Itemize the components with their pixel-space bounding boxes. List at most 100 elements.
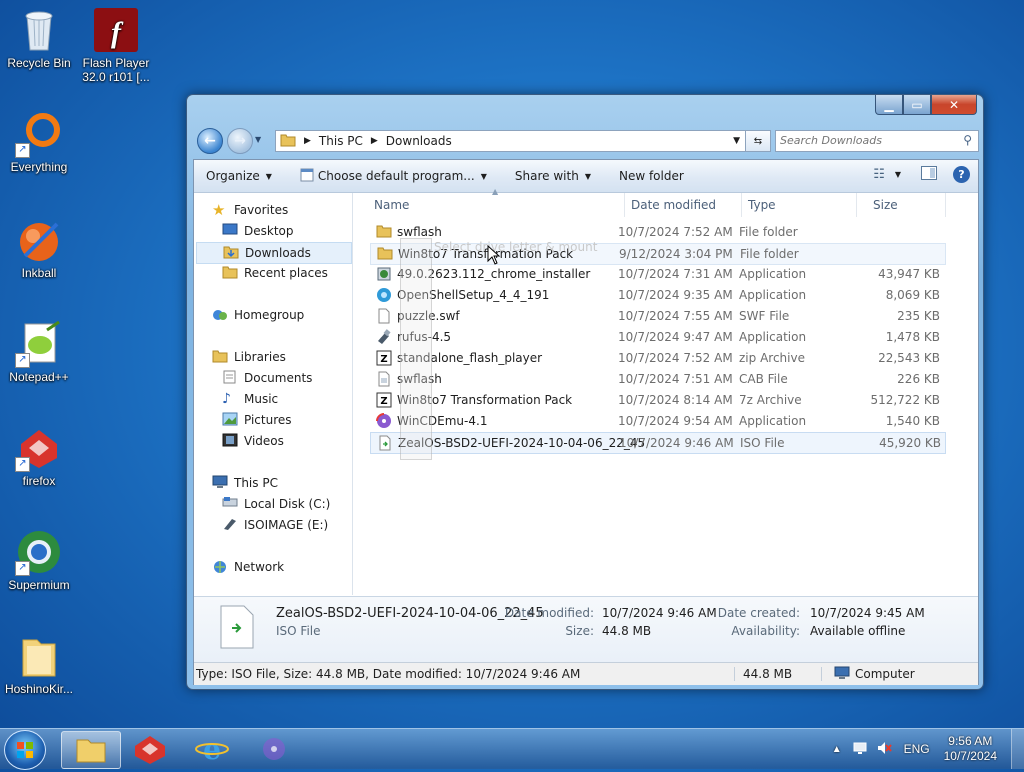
maximize-button[interactable]: ▭ xyxy=(903,95,931,115)
nav-downloads[interactable]: Downloads xyxy=(196,242,352,264)
taskbar-firefox[interactable] xyxy=(121,731,179,767)
drag-tooltip: Select drive letter & mount xyxy=(434,240,597,254)
show-desktop-button[interactable] xyxy=(1011,729,1024,769)
file-row[interactable]: ZealOS-BSD2-UEFI-2024-10-04-06_22_45 10/… xyxy=(370,432,946,454)
nav-desktop[interactable]: Desktop xyxy=(222,221,294,241)
taskbar-explorer[interactable] xyxy=(61,731,121,769)
back-button[interactable]: ← xyxy=(197,128,223,154)
address-bar[interactable]: ▶ This PC ▶ Downloads ▼ xyxy=(275,130,747,152)
details-date-modified-label: Date modified: xyxy=(504,606,594,620)
organize-button[interactable]: Organize ▼ xyxy=(194,160,286,192)
nav-label: Downloads xyxy=(245,246,311,260)
close-button[interactable]: ✕ xyxy=(931,95,977,115)
nav-this-pc[interactable]: This PC xyxy=(212,473,278,493)
desktop-icon-inkball[interactable]: Inkball xyxy=(1,216,77,280)
network-status-icon[interactable] xyxy=(852,740,868,759)
file-date: 10/7/2024 7:55 AM xyxy=(618,309,733,323)
nav-libraries[interactable]: Libraries xyxy=(212,347,286,367)
taskbar-internet-explorer[interactable]: e xyxy=(183,731,241,767)
file-row[interactable]: OpenShellSetup_4_4_191 10/7/2024 9:35 AM… xyxy=(370,285,944,305)
file-row[interactable]: WinCDEmu-4.1 10/7/2024 9:54 AM Applicati… xyxy=(370,411,944,431)
desktop-icon-supermium[interactable]: ↗ Supermium xyxy=(1,528,77,592)
blank-file-icon xyxy=(376,308,392,324)
desktop-icon-everything[interactable]: ↗ Everything xyxy=(1,110,77,174)
search-box[interactable]: ⚲ xyxy=(775,130,979,152)
file-row[interactable]: swflash 10/7/2024 7:51 AM CAB File 226 K… xyxy=(370,369,944,389)
volume-muted-icon[interactable] xyxy=(876,740,892,759)
sort-arrow-icon: ▲ xyxy=(492,187,499,196)
desktop-icon-label: Inkball xyxy=(21,266,57,280)
breadcrumb-separator-icon: ▶ xyxy=(304,136,311,146)
desktop-icon-hoshinokir[interactable]: HoshinoKir... xyxy=(1,632,77,696)
share-with-button[interactable]: Share with ▼ xyxy=(501,160,605,192)
nav-label: ISOIMAGE (E:) xyxy=(244,518,329,532)
minimize-button[interactable]: ▁ xyxy=(875,95,903,115)
column-header-date[interactable]: Date modified xyxy=(627,193,742,217)
desktop-icon-notepad-plus[interactable]: ↗ Notepad++ xyxy=(1,320,77,384)
new-folder-button[interactable]: New folder xyxy=(605,160,698,192)
virtual-drive-icon xyxy=(222,517,238,533)
nav-network[interactable]: Network xyxy=(212,557,284,577)
clock[interactable]: 9:56 AM 10/7/2024 xyxy=(944,734,997,764)
file-row[interactable]: 49.0.2623.112_chrome_installer 10/7/2024… xyxy=(370,264,944,284)
nav-documents[interactable]: Documents xyxy=(222,368,312,388)
forward-button[interactable]: → xyxy=(227,128,253,154)
refresh-button[interactable]: ⇆ xyxy=(745,130,771,152)
drag-tooltip-label: Select drive letter & mount xyxy=(434,240,598,254)
breadcrumb-this-pc[interactable]: This PC xyxy=(319,134,363,148)
clock-date: 10/7/2024 xyxy=(943,749,997,763)
taskbar-app[interactable] xyxy=(245,731,303,767)
preview-pane-icon[interactable] xyxy=(921,166,937,183)
address-dropdown-icon[interactable]: ▼ xyxy=(733,136,740,146)
svg-text:e: e xyxy=(203,733,221,766)
nav-local-disk[interactable]: Local Disk (C:) xyxy=(222,494,330,514)
show-hidden-icons[interactable]: ▲ xyxy=(832,744,842,755)
new-folder-label: New folder xyxy=(618,169,684,183)
search-input[interactable] xyxy=(776,131,954,149)
nav-favorites[interactable]: ★ Favorites xyxy=(212,200,288,220)
change-view-icon[interactable]: ☷ xyxy=(873,167,885,182)
help-icon[interactable]: ? xyxy=(953,166,970,183)
nav-isoimage[interactable]: ISOIMAGE (E:) xyxy=(222,515,328,535)
choose-default-program-label: Choose default program... xyxy=(317,169,475,183)
file-size: 226 KB xyxy=(897,372,940,386)
recycle-bin-icon xyxy=(15,6,63,54)
nav-videos[interactable]: Videos xyxy=(222,431,284,451)
file-row[interactable]: Zstandalone_flash_player 10/7/2024 7:52 … xyxy=(370,348,944,368)
desktop-icon-recycle-bin[interactable]: Recycle Bin xyxy=(1,6,77,70)
column-header-size[interactable]: Size xyxy=(859,193,946,217)
choose-default-program-button[interactable]: Choose default program... ▼ xyxy=(286,160,501,192)
file-list: Name ▲ Date modified Type Size swflash 10… xyxy=(354,187,976,595)
column-header-name[interactable]: Name ▲ xyxy=(370,187,625,217)
start-button[interactable] xyxy=(4,730,46,770)
search-icon[interactable]: ⚲ xyxy=(963,133,972,147)
file-row[interactable]: puzzle.swf 10/7/2024 7:55 AM SWF File 23… xyxy=(370,306,944,326)
recent-places-icon xyxy=(222,265,238,281)
language-indicator[interactable]: ENG xyxy=(904,742,930,756)
column-header-type[interactable]: Type xyxy=(744,193,857,217)
file-row[interactable]: swflash 10/7/2024 7:52 AM File folder xyxy=(370,222,944,242)
folder-icon xyxy=(376,224,392,240)
file-date: 10/7/2024 7:51 AM xyxy=(618,372,733,386)
column-header-label: Date modified xyxy=(631,198,717,212)
shortcut-arrow-icon: ↗ xyxy=(15,143,30,158)
application-icon xyxy=(300,168,314,185)
desktop-icon-flash-player[interactable]: f Flash Player 32.0 r101 [... xyxy=(78,6,154,84)
file-date: 10/7/2024 9:35 AM xyxy=(618,288,733,302)
file-row[interactable]: rufus-4.5 10/7/2024 9:47 AM Application … xyxy=(370,327,944,347)
breadcrumb-downloads[interactable]: Downloads xyxy=(386,134,452,148)
recent-pages-dropdown-icon[interactable]: ▼ xyxy=(255,135,261,144)
desktop-icon-label: Recycle Bin xyxy=(7,56,71,70)
view-dropdown-icon[interactable]: ▼ xyxy=(895,170,901,179)
details-availability: Available offline xyxy=(810,624,906,638)
share-with-label: Share with xyxy=(514,169,579,183)
file-row[interactable]: Z Win8to7 Transformation Pack 10/7/2024 8… xyxy=(370,390,944,410)
nav-homegroup[interactable]: Homegroup xyxy=(212,305,304,325)
shortcut-arrow-icon: ↗ xyxy=(15,561,30,576)
desktop-icon-firefox[interactable]: ↗ firefox xyxy=(1,424,77,488)
nav-recent-places[interactable]: Recent places xyxy=(222,263,328,283)
file-type: ISO File xyxy=(740,436,785,450)
column-header-label: Name xyxy=(374,198,410,212)
nav-music[interactable]: ♪ Music xyxy=(222,389,278,409)
nav-pictures[interactable]: Pictures xyxy=(222,410,292,430)
